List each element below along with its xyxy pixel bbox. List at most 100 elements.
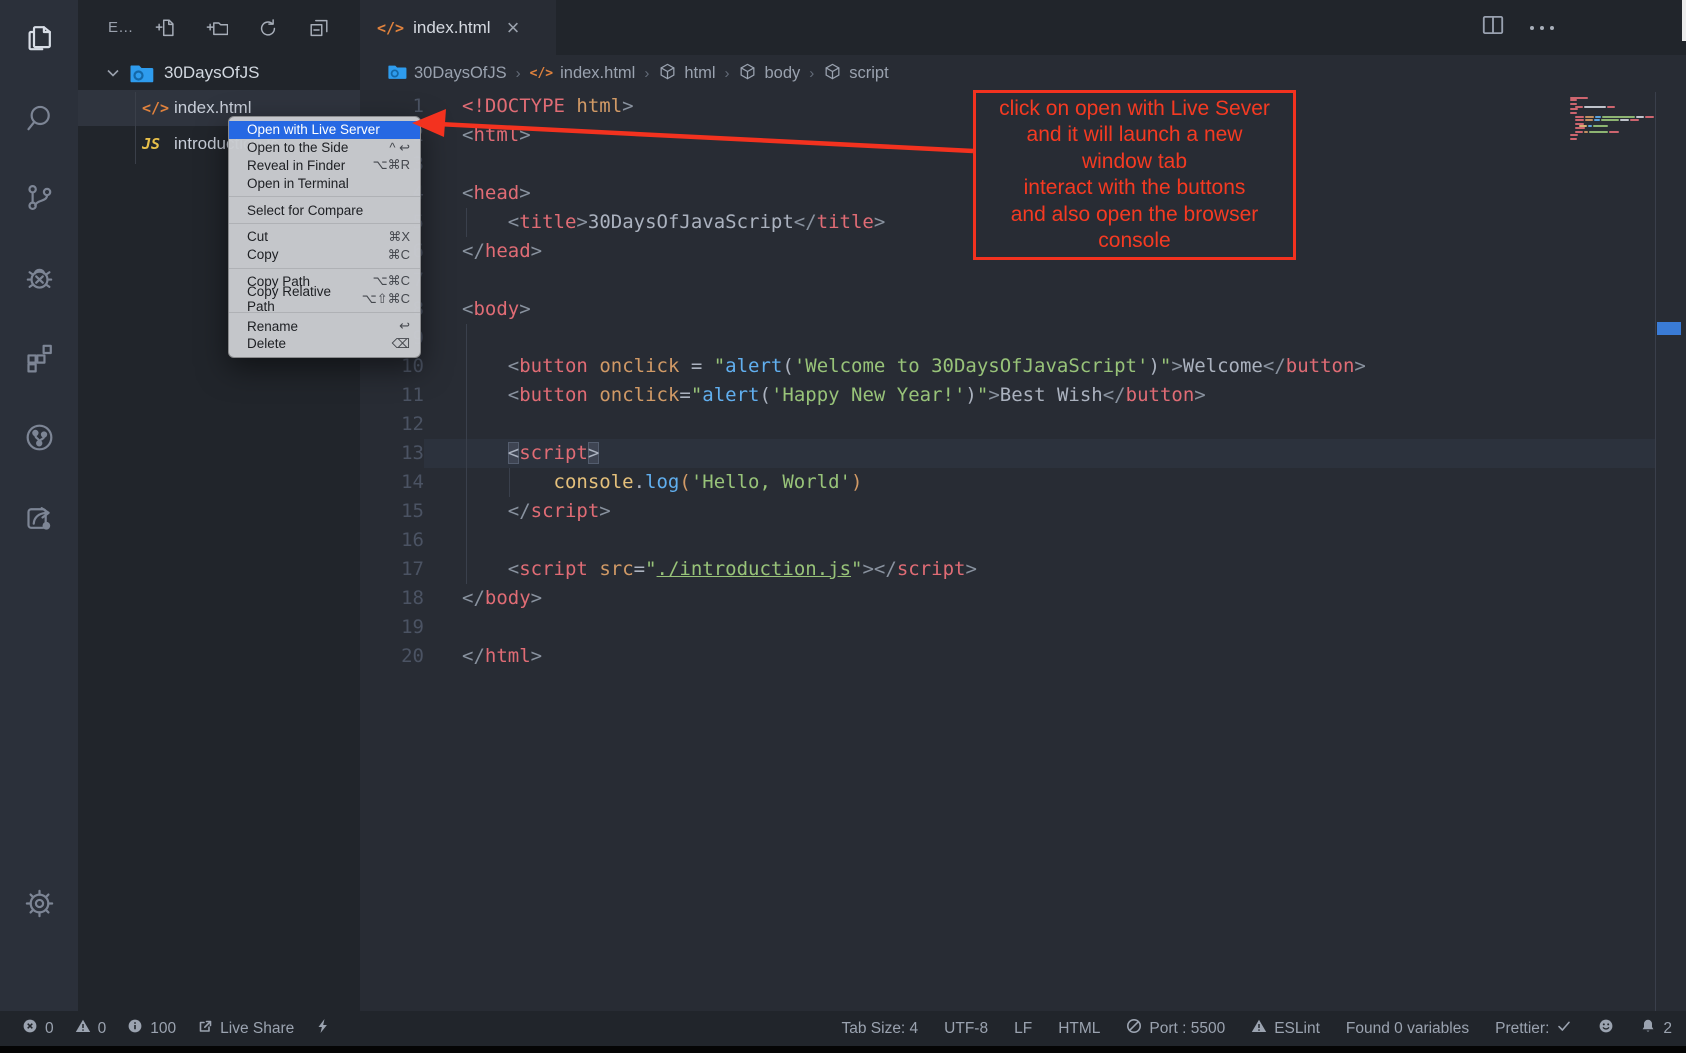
code-token: Welcome (1183, 355, 1263, 377)
line-number: 14 (360, 468, 424, 497)
status-item-port-5500[interactable]: Port : 5500 (1126, 1018, 1225, 1039)
minimap-line (1601, 119, 1619, 121)
activity-settings-gear-icon[interactable] (0, 866, 78, 946)
menu-separator (229, 196, 420, 197)
breadcrumb-label: index.html (560, 64, 635, 83)
menu-item-copy-relative-path[interactable]: Copy Relative Path⌥⇧⌘C (229, 290, 420, 308)
status-item-tab-size-4[interactable]: Tab Size: 4 (841, 1020, 918, 1038)
menu-item-label: Delete (247, 336, 286, 351)
folder-row-30daysofjs[interactable]: 30DaysOfJS (78, 55, 360, 90)
code-token: body (485, 587, 531, 609)
menu-item-rename[interactable]: Rename↩ (229, 317, 420, 335)
breadcrumb-label: html (684, 64, 715, 83)
activity-circle-branch-icon[interactable] (0, 400, 78, 480)
indent-guide (509, 468, 510, 497)
status-item-utf-8[interactable]: UTF-8 (944, 1020, 988, 1038)
status-bar: 0 0 100 Live Share Tab Size: 4 UTF-8 LF HTML Po… (0, 1011, 1686, 1046)
code-token: onclick (599, 384, 679, 406)
breadcrumb-item-index.html[interactable]: </>index.html (530, 64, 636, 83)
split-editor-icon[interactable] (1480, 12, 1506, 43)
status-item-2[interactable]: 2 (1640, 1018, 1672, 1039)
annotation-text: console (976, 228, 1293, 255)
minimap-line (1570, 134, 1578, 136)
activity-debug-icon[interactable] (0, 240, 78, 320)
menu-item-select-for-compare[interactable]: Select for Compare (229, 201, 420, 219)
status-item-found-0-variables[interactable]: Found 0 variables (1346, 1020, 1469, 1038)
breadcrumb-item-html[interactable]: html (658, 62, 715, 86)
tab-label: index.html (413, 18, 490, 38)
activity-bar (0, 0, 78, 1011)
status-item-smiley-icon[interactable] (1598, 1018, 1614, 1039)
code-token: ( (679, 471, 690, 493)
code-token: html (473, 124, 519, 146)
error-icon (22, 1018, 38, 1039)
menu-shortcut: ⌥⌘C (373, 273, 410, 289)
code-token (462, 471, 554, 493)
collapse-folders-button[interactable] (308, 17, 330, 39)
status-item-html[interactable]: HTML (1058, 1020, 1100, 1038)
minimap-line (1594, 119, 1600, 121)
breadcrumb-item-body[interactable]: body (738, 62, 800, 86)
menu-shortcut: ⌫ (392, 336, 410, 352)
status-item-live-share[interactable]: Live Share (197, 1018, 294, 1039)
code-token: > (519, 298, 530, 320)
tab-index-html[interactable]: </> index.html × (360, 0, 556, 55)
menu-item-open-with-live-server[interactable]: Open with Live Server (229, 121, 420, 139)
status-item-bolt-icon[interactable] (315, 1018, 331, 1039)
folder-icon (388, 62, 407, 86)
status-item-lf[interactable]: LF (1014, 1020, 1032, 1038)
code-token: = (679, 355, 713, 377)
breadcrumb-item-30DaysOfJS[interactable]: 30DaysOfJS (388, 62, 507, 86)
annotation-text: interact with the buttons (976, 175, 1293, 202)
breadcrumb-separator: › (724, 65, 729, 82)
menu-item-copy[interactable]: Copy⌘C (229, 246, 420, 264)
annotation-text: click on open with Live Sever (976, 96, 1293, 123)
code-line-11: <button onclick="alert('Happy New Year!'… (462, 381, 1366, 410)
refresh-button[interactable] (257, 17, 279, 39)
status-item-0[interactable]: 0 (75, 1018, 107, 1039)
html-icon: </> (142, 99, 174, 117)
code-token: " (714, 355, 725, 377)
activity-extensions-icon[interactable] (0, 320, 78, 400)
line-number: 19 (360, 613, 424, 642)
new-file-button[interactable] (155, 17, 177, 39)
breadcrumb-item-script[interactable]: script (823, 62, 888, 86)
menu-item-cut[interactable]: Cut⌘X (229, 228, 420, 246)
code-token: < (508, 211, 519, 233)
activity-search-icon[interactable] (0, 80, 78, 160)
more-actions-icon[interactable] (1530, 26, 1554, 30)
code-token: 'Welcome to 30DaysOfJavaScript' (794, 355, 1149, 377)
code-token: onclick (599, 355, 679, 377)
activity-files-icon[interactable] (0, 0, 78, 80)
status-item-100[interactable]: 100 (127, 1018, 176, 1039)
code-token: 'Hello, World' (691, 471, 851, 493)
status-item-label: 0 (45, 1020, 54, 1038)
status-item-0[interactable]: 0 (22, 1018, 54, 1039)
minimap-line (1620, 119, 1629, 121)
status-item-label: LF (1014, 1020, 1032, 1038)
code-token: " (1160, 355, 1171, 377)
line-number: 11 (360, 381, 424, 410)
minimap[interactable] (1570, 97, 1660, 152)
code-line-19 (462, 613, 1366, 642)
status-item-eslint[interactable]: ESLint (1251, 1018, 1320, 1039)
code-token: > (1354, 355, 1365, 377)
menu-item-open-to-the-side[interactable]: Open to the Side^ ↩ (229, 139, 420, 157)
code-token: 'Happy New Year!' (771, 384, 965, 406)
code-token: script (897, 558, 966, 580)
breadcrumb: 30DaysOfJS›</>index.html›html›body›scrip… (360, 55, 1686, 92)
code-token: " (691, 384, 702, 406)
activity-live-share-icon[interactable] (0, 480, 78, 560)
code-token: </ (1103, 384, 1126, 406)
code-line-20: </html> (462, 642, 1366, 671)
activity-source-control-icon[interactable] (0, 160, 78, 240)
smiley-icon (1598, 1018, 1614, 1039)
menu-item-reveal-in-finder[interactable]: Reveal in Finder⌥⌘R (229, 157, 420, 175)
menu-item-delete[interactable]: Delete ⌫ (229, 335, 420, 353)
close-icon[interactable]: × (507, 17, 520, 39)
new-folder-button[interactable] (206, 17, 228, 39)
minimap-line (1570, 138, 1577, 140)
minimap-line (1575, 119, 1584, 121)
menu-item-open-in-terminal[interactable]: Open in Terminal (229, 174, 420, 192)
status-item-prettier-[interactable]: Prettier: (1495, 1018, 1572, 1039)
